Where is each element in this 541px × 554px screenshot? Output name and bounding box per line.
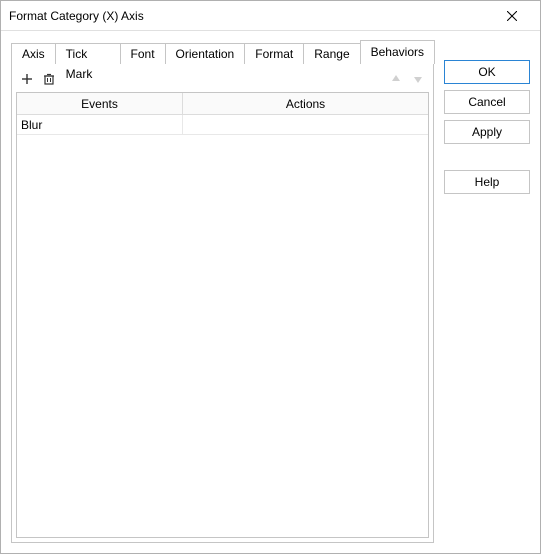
spacer <box>444 150 530 164</box>
column-header-events[interactable]: Events <box>17 93 183 114</box>
table-header: Events Actions <box>17 93 428 115</box>
tab-behaviors[interactable]: Behaviors <box>360 40 435 64</box>
move-up-button[interactable] <box>387 70 405 88</box>
close-button[interactable] <box>492 2 532 30</box>
plus-icon <box>20 72 34 86</box>
window-title: Format Category (X) Axis <box>9 9 144 23</box>
main-area: Axis Tick Mark Font Orientation Format R… <box>11 40 434 543</box>
behaviors-table: Events Actions Blur <box>16 92 429 538</box>
table-body: Blur <box>17 115 428 537</box>
toolbar-left <box>18 70 58 88</box>
tab-axis[interactable]: Axis <box>11 43 56 64</box>
titlebar: Format Category (X) Axis <box>1 1 540 31</box>
button-panel: OK Cancel Apply Help <box>444 40 530 543</box>
tab-format[interactable]: Format <box>244 43 304 64</box>
cell-action[interactable] <box>183 115 428 134</box>
toolbar-right <box>387 70 427 88</box>
arrow-down-icon <box>412 73 424 85</box>
tab-orientation[interactable]: Orientation <box>165 43 246 64</box>
add-button[interactable] <box>18 70 36 88</box>
tab-panel-behaviors: Events Actions Blur <box>11 63 434 543</box>
tab-bar: Axis Tick Mark Font Orientation Format R… <box>11 40 434 64</box>
close-icon <box>507 11 517 21</box>
help-button[interactable]: Help <box>444 170 530 194</box>
delete-button[interactable] <box>40 70 58 88</box>
trash-icon <box>42 72 56 86</box>
dialog-body: Axis Tick Mark Font Orientation Format R… <box>1 31 540 553</box>
cancel-button[interactable]: Cancel <box>444 90 530 114</box>
ok-button[interactable]: OK <box>444 60 530 84</box>
tab-font[interactable]: Font <box>120 43 166 64</box>
column-header-actions[interactable]: Actions <box>183 93 428 114</box>
cell-event[interactable]: Blur <box>17 115 183 134</box>
apply-button[interactable]: Apply <box>444 120 530 144</box>
table-row[interactable]: Blur <box>17 115 428 135</box>
dialog: Format Category (X) Axis Axis Tick Mark … <box>0 0 541 554</box>
arrow-up-icon <box>390 73 402 85</box>
move-down-button[interactable] <box>409 70 427 88</box>
tab-tick-mark[interactable]: Tick Mark <box>55 43 121 64</box>
tab-range[interactable]: Range <box>303 43 360 64</box>
